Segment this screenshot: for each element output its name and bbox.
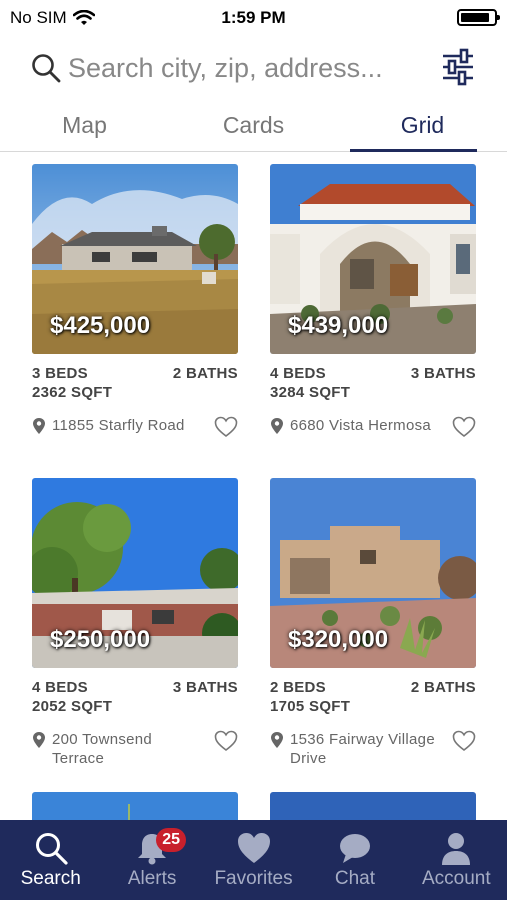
listing-address-row: 1536 Fairway Village Drive (270, 730, 476, 768)
nav-search[interactable]: Search (0, 820, 101, 900)
tab-grid[interactable]: Grid (338, 104, 507, 152)
location-pin-icon (33, 732, 45, 748)
listing-sqft: 2362 SQFT (32, 384, 113, 401)
listing-price: $425,000 (50, 312, 151, 339)
listing-address-row: 200 Townsend Terrace (32, 730, 238, 768)
listing-card[interactable]: $425,000 3 BEDS 2 BATHS 2362 SQFT 11855 … (32, 164, 238, 438)
listing-photo[interactable]: $250,000 (32, 478, 238, 668)
nav-alerts[interactable]: 25 Alerts (101, 820, 202, 900)
listing-photo[interactable]: $320,000 (270, 478, 476, 668)
favorite-heart-icon[interactable] (214, 730, 238, 752)
listing-photo[interactable]: $439,000 (270, 164, 476, 354)
listing-specs: 2 BEDS 2 BATHS 1705 SQFT (270, 678, 476, 716)
bottom-nav: Search 25 Alerts Favorites Chat Account (0, 820, 507, 900)
listing-sqft: 1705 SQFT (270, 698, 351, 715)
tab-cards[interactable]: Cards (169, 104, 338, 151)
search-icon (32, 54, 61, 83)
listing-specs: 3 BEDS 2 BATHS 2362 SQFT (32, 364, 238, 402)
listing-address: 6680 Vista Hermosa (290, 417, 432, 434)
battery-icon (457, 9, 500, 26)
listing-card[interactable]: $439,000 4 BEDS 3 BATHS 3284 SQFT 6680 V… (270, 164, 476, 438)
search-icon (35, 833, 68, 865)
nav-account-label: Account (422, 868, 491, 889)
listing-address: 11855 Starfly Road (52, 417, 185, 434)
search-bar (0, 44, 507, 94)
favorite-heart-icon[interactable] (214, 416, 238, 438)
location-pin-icon (271, 418, 283, 434)
listing-specs: 4 BEDS 3 BATHS 2052 SQFT (32, 678, 238, 716)
listing-baths: 2 BATHS (172, 365, 238, 382)
tab-map[interactable]: Map (0, 104, 169, 151)
clock: 1:59 PM (221, 8, 286, 27)
listing-photo[interactable]: $425,000 (32, 164, 238, 354)
nav-alerts-label: Alerts (127, 868, 177, 889)
person-icon (442, 833, 471, 865)
nav-chat-label: Chat (334, 868, 375, 889)
listing-beds: 2 BEDS (270, 679, 326, 696)
listing-baths: 3 BATHS (410, 365, 476, 382)
listing-baths: 2 BATHS (410, 679, 476, 696)
listing-baths: 3 BATHS (172, 679, 238, 696)
nav-favorites[interactable]: Favorites (203, 820, 304, 900)
filter-sliders-icon[interactable] (441, 48, 475, 86)
search-input[interactable] (68, 48, 428, 88)
listing-beds: 4 BEDS (32, 679, 88, 696)
listing-price: $320,000 (288, 626, 389, 653)
nav-account[interactable]: Account (406, 820, 507, 900)
favorite-heart-icon[interactable] (452, 416, 476, 438)
listing-price: $250,000 (50, 626, 151, 653)
listing-specs: 4 BEDS 3 BATHS 3284 SQFT (270, 364, 476, 402)
view-tabs: Map Cards Grid (0, 104, 507, 152)
listing-beds: 3 BEDS (32, 365, 88, 382)
listing-card[interactable]: $320,000 2 BEDS 2 BATHS 1705 SQFT 1536 F… (270, 478, 476, 768)
location-pin-icon (271, 732, 283, 748)
favorite-heart-icon[interactable] (452, 730, 476, 752)
listing-sqft: 2052 SQFT (32, 698, 113, 715)
status-bar: No SIM 1:59 PM (0, 0, 507, 34)
listing-sqft: 3284 SQFT (270, 384, 351, 401)
nav-search-label: Search (20, 868, 81, 889)
alerts-count-badge: 25 (156, 828, 187, 852)
listing-address-row: 6680 Vista Hermosa (270, 416, 476, 438)
listing-address-row: 11855 Starfly Road (32, 416, 238, 438)
listing-beds: 4 BEDS (270, 365, 326, 382)
chat-bubble-icon (339, 834, 370, 863)
nav-favorites-label: Favorites (214, 868, 293, 889)
nav-chat[interactable]: Chat (304, 820, 405, 900)
heart-icon (237, 833, 270, 863)
listing-price: $439,000 (288, 312, 389, 339)
listing-address: 200 Townsend Terrace (52, 731, 153, 767)
listing-address: 1536 Fairway Village Drive (290, 731, 435, 767)
location-pin-icon (33, 418, 45, 434)
listing-card[interactable]: $250,000 4 BEDS 3 BATHS 2052 SQFT 200 To… (32, 478, 238, 768)
